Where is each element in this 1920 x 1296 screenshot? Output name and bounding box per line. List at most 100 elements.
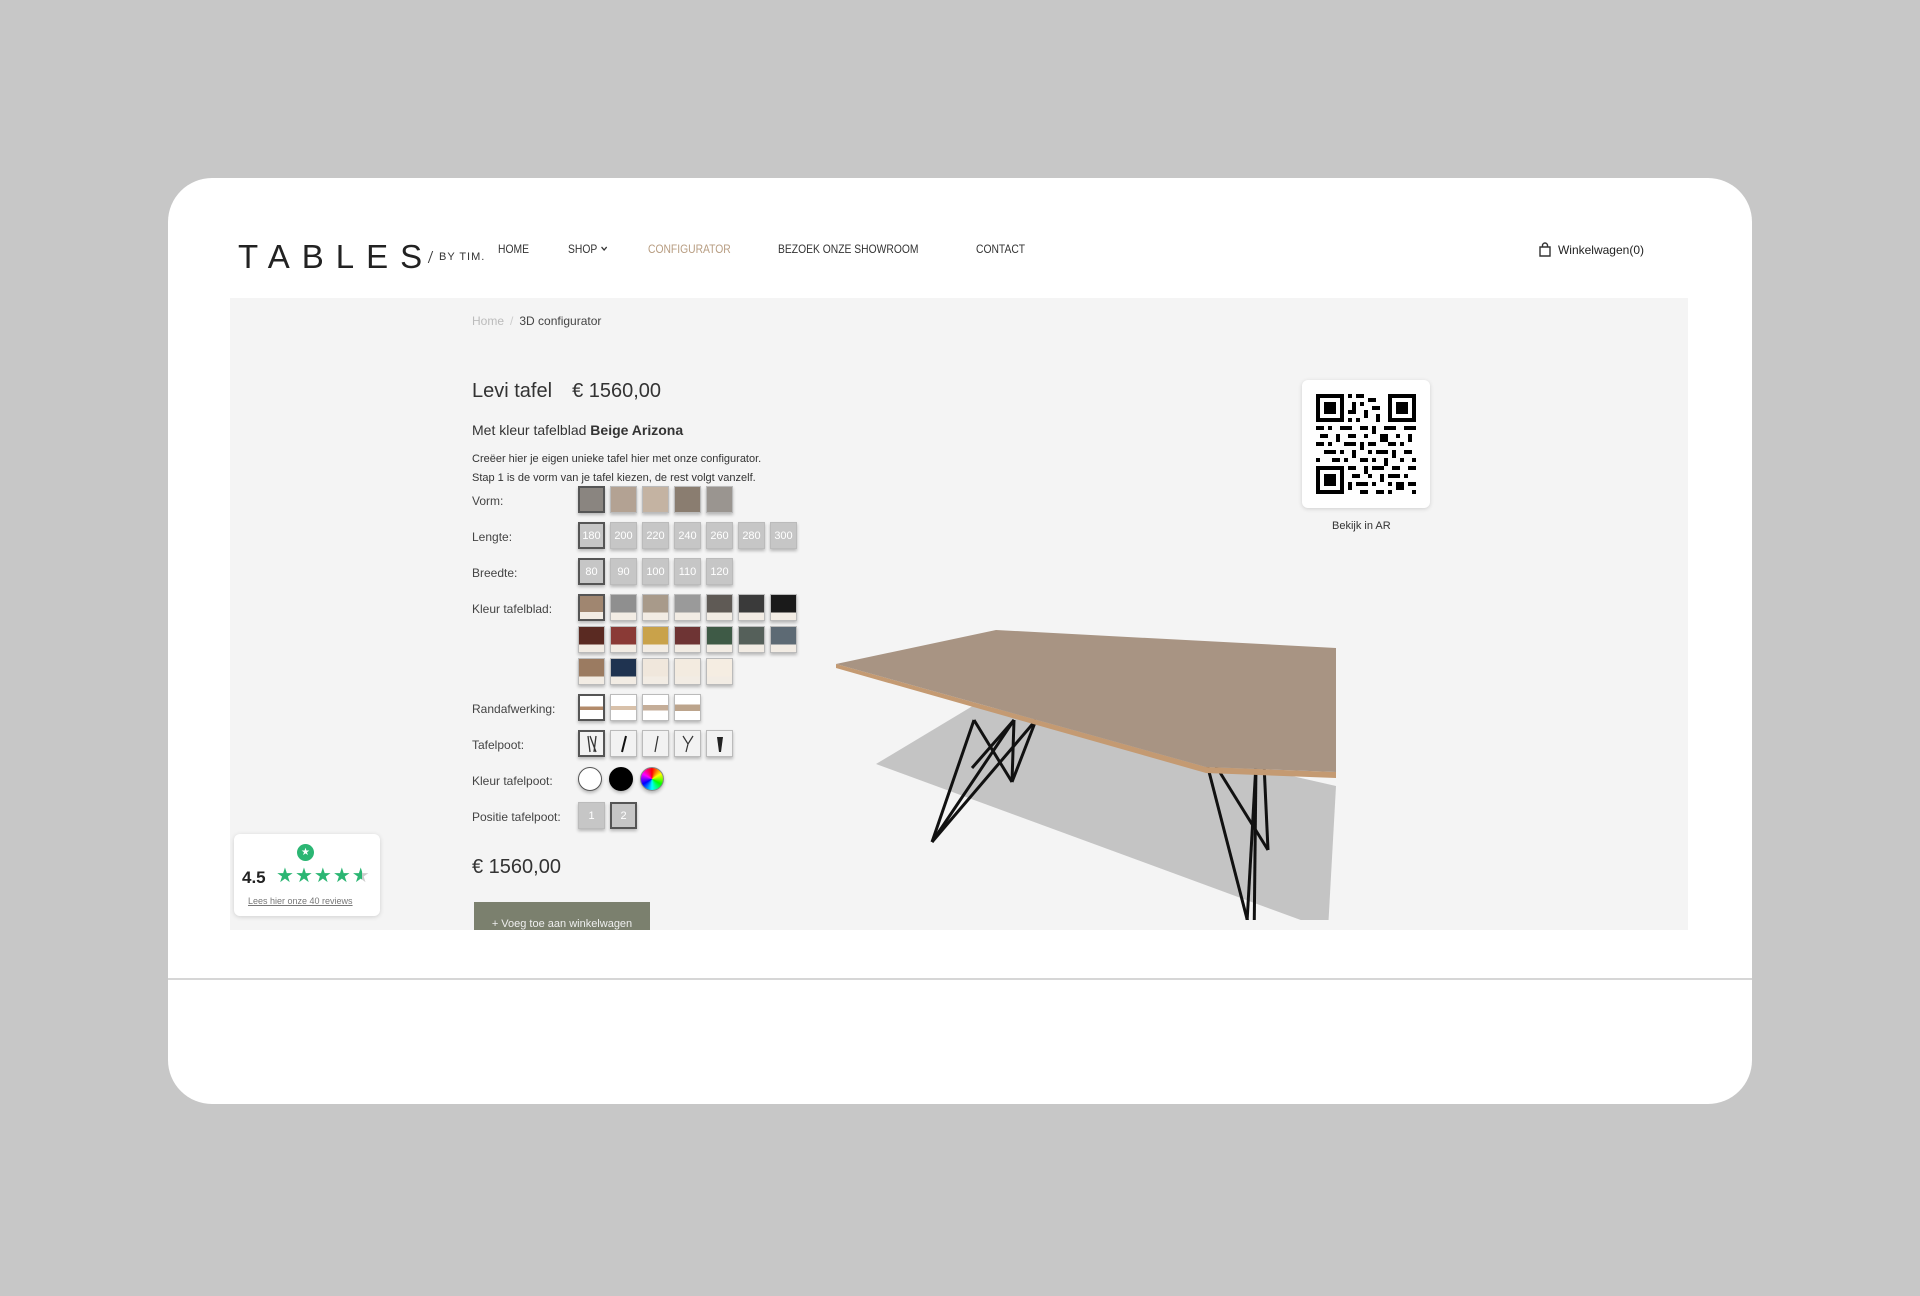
option-label-kleur-tafelblad: Kleur tafelblad: xyxy=(472,602,553,616)
shopping-bag-icon xyxy=(1539,242,1551,257)
leg-style-option[interactable] xyxy=(610,730,637,757)
width-option[interactable]: 80 xyxy=(578,558,605,585)
tabletop-color-row xyxy=(578,658,733,685)
length-option[interactable]: 220 xyxy=(642,522,669,549)
leg-options xyxy=(578,730,733,757)
site-header: TABLES BY TIM. HOME SHOP CONFIGURATOR BE… xyxy=(230,230,1688,298)
product-price: € 1560,00 xyxy=(572,380,662,402)
length-option[interactable]: 240 xyxy=(674,522,701,549)
tabletop-color-swatch[interactable] xyxy=(674,658,701,685)
tabletop-color-swatch[interactable] xyxy=(706,594,733,621)
breadcrumb-home[interactable]: Home xyxy=(472,314,504,328)
nav-item-home[interactable]: HOME xyxy=(498,242,529,256)
star-icon: ★ xyxy=(294,865,313,887)
tabletop-color-swatch[interactable] xyxy=(706,658,733,685)
leg-thin-icon xyxy=(653,735,659,752)
ar-qr-card[interactable] xyxy=(1302,380,1430,508)
tabletop-color-swatch[interactable] xyxy=(770,626,797,653)
tabletop-color-swatch[interactable] xyxy=(578,658,605,685)
leg-style-option[interactable] xyxy=(706,730,733,757)
tabletop-color-row xyxy=(578,594,797,621)
tabletop-color-swatch[interactable] xyxy=(610,626,637,653)
tabletop-color-swatch[interactable] xyxy=(578,626,605,653)
length-option[interactable]: 300 xyxy=(770,522,797,549)
tabletop-color-swatch[interactable] xyxy=(642,658,669,685)
tabletop-color-swatch[interactable] xyxy=(674,594,701,621)
cart-link[interactable]: Winkelwagen(0) xyxy=(1538,242,1644,257)
length-option[interactable]: 260 xyxy=(706,522,733,549)
review-score: 4.5 xyxy=(242,868,266,887)
edge-option[interactable] xyxy=(674,694,701,721)
edge-option[interactable] xyxy=(578,694,605,721)
qr-code-icon xyxy=(1316,394,1416,494)
star-icon: ★ xyxy=(276,865,294,887)
device-divider xyxy=(168,978,1752,980)
leg-color-white[interactable] xyxy=(578,767,602,791)
leg-position-option[interactable]: 2 xyxy=(610,802,637,829)
option-label-breedte: Breedte: xyxy=(472,566,518,580)
table-3d-preview[interactable] xyxy=(836,520,1396,920)
chevron-down-icon xyxy=(601,246,608,251)
leg-y-icon xyxy=(681,735,694,752)
shape-option-rounded[interactable] xyxy=(642,486,669,513)
width-option[interactable]: 90 xyxy=(610,558,637,585)
add-to-cart-button[interactable]: + Voeg toe aan winkelwagen xyxy=(474,902,650,930)
nav-item-shop[interactable]: SHOP xyxy=(568,242,608,256)
leg-color-custom-wheel[interactable] xyxy=(640,767,664,791)
leg-position-option[interactable]: 1 xyxy=(578,802,605,829)
device-frame: TABLES BY TIM. HOME SHOP CONFIGURATOR BE… xyxy=(168,178,1752,1104)
tabletop-color-swatch[interactable] xyxy=(642,626,669,653)
shape-option-rectangle[interactable] xyxy=(578,486,605,513)
main-nav: HOME SHOP CONFIGURATOR BEZOEK ONZE SHOWR… xyxy=(498,242,1067,256)
vorm-options xyxy=(578,486,733,513)
edge-option[interactable] xyxy=(610,694,637,721)
length-option[interactable]: 280 xyxy=(738,522,765,549)
edge-option[interactable] xyxy=(642,694,669,721)
reviews-link[interactable]: Lees hier onze 40 reviews xyxy=(248,896,353,906)
site-logo[interactable]: TABLES BY TIM. xyxy=(238,234,488,280)
logo-wordmark: TABLES xyxy=(238,238,435,275)
review-stars: ★ ★ ★ ★ ★ xyxy=(276,866,370,886)
tabletop-color-swatch[interactable] xyxy=(610,594,637,621)
nav-item-configurator[interactable]: CONFIGURATOR xyxy=(648,242,731,256)
leg-style-option[interactable] xyxy=(578,730,605,757)
shape-option-round[interactable] xyxy=(706,486,733,513)
tabletop-color-swatch[interactable] xyxy=(738,626,765,653)
star-icon: ★ xyxy=(332,865,351,887)
total-price: € 1560,00 xyxy=(472,856,561,878)
tabletop-color-swatch[interactable] xyxy=(642,594,669,621)
leg-slanted-icon xyxy=(620,735,627,752)
cart-label: Winkelwagen(0) xyxy=(1557,242,1644,257)
width-option[interactable]: 100 xyxy=(642,558,669,585)
star-half-icon: ★ xyxy=(351,865,370,887)
leg-style-option[interactable] xyxy=(674,730,701,757)
tabletop-color-swatch[interactable] xyxy=(610,658,637,685)
option-label-vorm: Vorm: xyxy=(472,494,504,508)
shape-option-oval[interactable] xyxy=(610,486,637,513)
tabletop-color-swatch[interactable] xyxy=(578,594,605,621)
width-option[interactable]: 120 xyxy=(706,558,733,585)
option-label-randafwerking: Randafwerking: xyxy=(472,702,556,716)
tabletop-color-row xyxy=(578,626,797,653)
product-description: Creëer hier je eigen unieke tafel hier m… xyxy=(472,453,762,484)
tabletop-color-swatch[interactable] xyxy=(738,594,765,621)
option-label-tafelpoot: Tafelpoot: xyxy=(472,738,525,752)
option-label-kleur-tafelpoot: Kleur tafelpoot: xyxy=(472,774,553,788)
leg-color-black[interactable] xyxy=(609,767,633,791)
tabletop-color-swatch[interactable] xyxy=(674,626,701,653)
logo-byline: BY TIM. xyxy=(427,251,488,263)
review-widget[interactable]: ★ 4.5 ★ ★ ★ ★ ★ Lees hier onze 40 review… xyxy=(234,834,380,916)
tabletop-color-swatch[interactable] xyxy=(770,594,797,621)
shape-option-organic[interactable] xyxy=(674,486,701,513)
leg-style-option[interactable] xyxy=(642,730,669,757)
leg-block-icon xyxy=(716,736,723,752)
star-icon: ★ xyxy=(313,865,332,887)
width-option[interactable]: 110 xyxy=(674,558,701,585)
nav-item-showroom[interactable]: BEZOEK ONZE SHOWROOM xyxy=(778,242,918,256)
nav-item-contact[interactable]: CONTACT xyxy=(976,242,1025,256)
length-option[interactable]: 200 xyxy=(610,522,637,549)
length-option[interactable]: 180 xyxy=(578,522,605,549)
trustpilot-star-icon: ★ xyxy=(297,844,314,861)
tabletop-color-swatch[interactable] xyxy=(706,626,733,653)
website-screen: TABLES BY TIM. HOME SHOP CONFIGURATOR BE… xyxy=(230,230,1688,930)
